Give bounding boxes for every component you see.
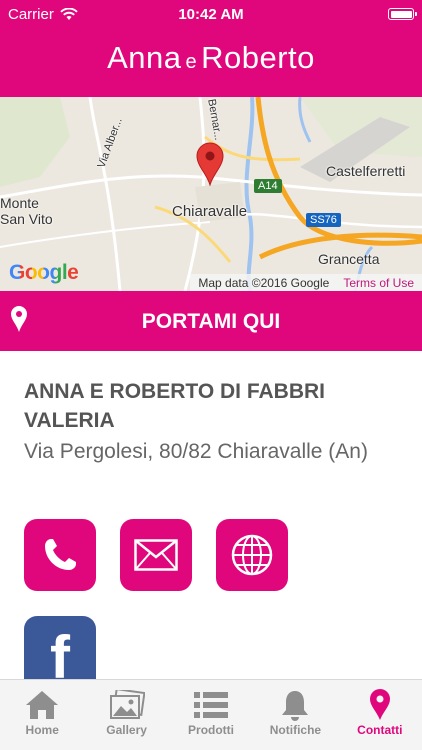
map-label-castelferretti: Castelferretti	[326, 163, 406, 179]
status-bar: Carrier 10:42 AM	[0, 0, 422, 30]
title-roberto: Roberto	[201, 40, 315, 75]
tab-notifiche[interactable]: Notifiche	[253, 680, 337, 750]
google-logo-text: Google	[9, 261, 79, 284]
tab-contatti[interactable]: Contatti	[338, 680, 422, 750]
tab-home[interactable]: Home	[0, 680, 84, 750]
app-header: Carrier 10:42 AM Anna e Roberto	[0, 0, 422, 97]
battery-icon	[388, 8, 417, 20]
mail-icon	[134, 539, 178, 571]
email-button[interactable]	[120, 519, 192, 591]
facebook-button[interactable]: f	[24, 616, 96, 680]
map-badge-ss76: SS76	[306, 213, 341, 227]
call-button[interactable]	[24, 519, 96, 591]
business-address: Via Pergolesi, 80/82 Chiaravalle (An)	[24, 440, 368, 463]
map-label-chiaravalle: Chiaravalle	[172, 203, 248, 220]
tab-gallery[interactable]: Gallery	[84, 680, 168, 750]
location-map[interactable]: Via Alber... S. Bernar... Castelferretti…	[0, 97, 422, 291]
map-label-grancetta: Grancetta	[318, 251, 380, 267]
title-conjunction: e	[185, 51, 198, 73]
navigate-label: PORTAMI QUI	[141, 310, 281, 333]
map-attribution-bar: Map data ©2016 Google Terms of Use	[190, 274, 422, 291]
list-icon	[194, 692, 229, 718]
tab-notifiche-label: Notifiche	[269, 723, 322, 737]
bell-icon	[282, 691, 309, 721]
home-icon	[26, 691, 59, 719]
tab-home-label: Home	[25, 723, 59, 737]
page-title: Anna e Roberto	[0, 40, 422, 76]
map-terms-link[interactable]: Terms of Use	[343, 276, 414, 290]
google-logo: Google	[9, 261, 79, 285]
map-attribution: Map data ©2016 Google	[198, 275, 330, 290]
title-anna: Anna	[107, 40, 182, 75]
phone-icon	[45, 539, 76, 570]
business-name: ANNA E ROBERTO DI FABBRI VALERIA	[24, 380, 326, 432]
map-label-san-vito: San Vito	[0, 211, 53, 227]
map-badge-a14: A14	[254, 179, 282, 193]
tab-prodotti-label: Prodotti	[188, 723, 235, 737]
location-pin-icon	[369, 689, 390, 720]
globe-icon	[231, 534, 273, 576]
tab-contatti-label: Contatti	[357, 723, 403, 737]
tab-gallery-label: Gallery	[106, 723, 147, 737]
map-marker-icon[interactable]	[195, 142, 225, 186]
tab-prodotti[interactable]: Prodotti	[169, 680, 253, 750]
map-label-monte: Monte	[0, 195, 39, 211]
facebook-icon: f	[50, 624, 70, 681]
website-button[interactable]	[216, 519, 288, 591]
navigate-button[interactable]: PORTAMI QUI	[0, 291, 422, 351]
tab-bar: Home Gallery Prodotti Notifiche Contatti	[0, 679, 422, 750]
gallery-icon	[109, 690, 145, 719]
status-time: 10:42 AM	[178, 6, 244, 23]
